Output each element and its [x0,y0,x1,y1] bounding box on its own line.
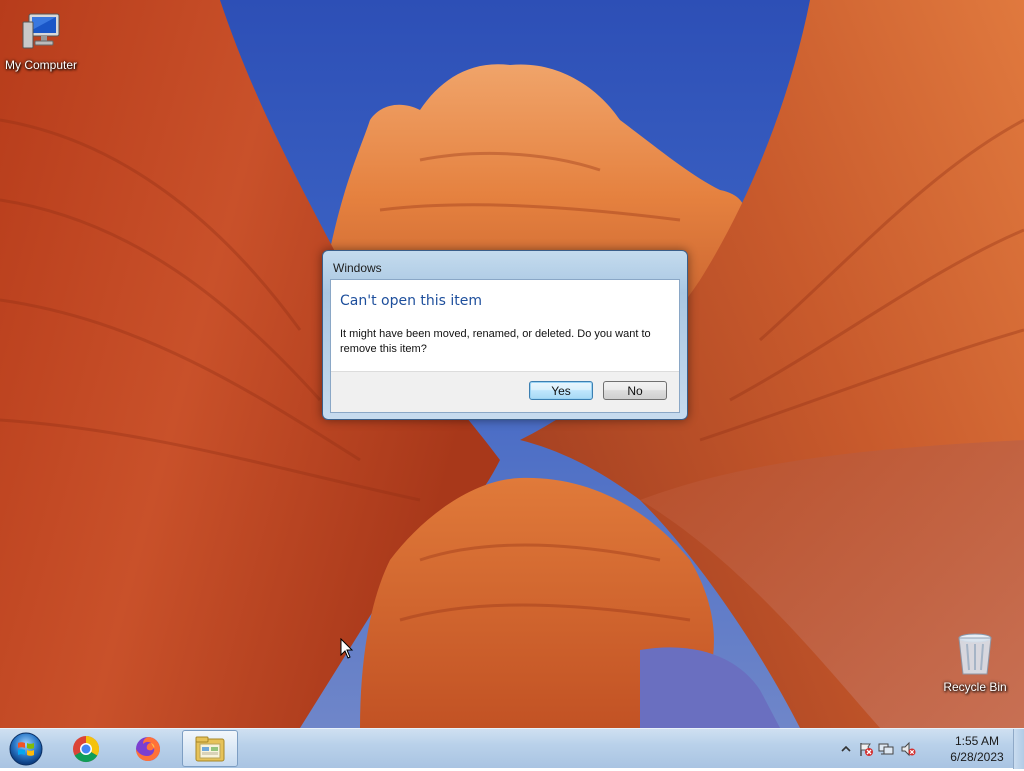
clock-time: 1:55 AM [954,734,1000,748]
desktop-icon-label: Recycle Bin [943,680,1007,694]
firefox-icon [136,736,160,761]
folder-explorer-icon [195,736,225,761]
taskbar-chrome-button[interactable] [58,730,114,767]
action-center-flag-icon[interactable] [858,741,874,757]
desktop-icon-my-computer[interactable]: My Computer [0,8,82,72]
taskbar-clock[interactable]: 1:55 AM 6/28/2023 [942,733,1012,765]
volume-muted-icon[interactable] [900,741,916,757]
cant-open-item-dialog: Windows Can't open this item It might ha… [322,250,688,420]
dialog-title: Windows [333,261,382,275]
taskbar: 1:55 AM 6/28/2023 [0,728,1024,769]
recycle-bin-icon [951,630,999,678]
dialog-message: It might have been moved, renamed, or de… [340,328,651,355]
dialog-content: Can't open this item It might have been … [330,279,680,413]
no-button[interactable]: No [603,381,667,400]
dialog-button-bar: Yes No [331,371,679,412]
desktop-icon-recycle-bin[interactable]: Recycle Bin [934,630,1016,694]
windows-start-orb-icon [9,732,43,766]
yes-button[interactable]: Yes [529,381,593,400]
show-desktop-button[interactable] [1013,729,1024,769]
show-hidden-icons-chevron-icon[interactable] [838,741,854,757]
dialog-main-instruction: Can't open this item [340,293,483,309]
chrome-icon [73,735,100,762]
mouse-cursor-icon [340,638,354,659]
desktop-icon-label: My Computer [4,58,78,72]
start-button[interactable] [6,731,46,767]
taskbar-firefox-button[interactable] [120,730,176,767]
network-icon[interactable] [878,741,894,757]
clock-date: 6/28/2023 [950,750,1004,764]
notification-area: 1:55 AM 6/28/2023 [834,729,1024,769]
computer-icon [17,8,65,56]
taskbar-explorer-button[interactable] [182,730,238,767]
